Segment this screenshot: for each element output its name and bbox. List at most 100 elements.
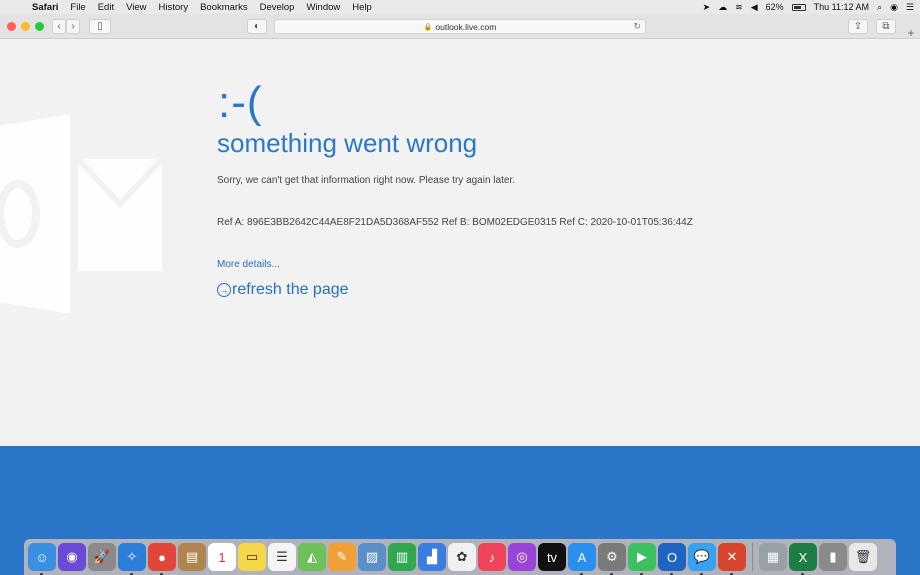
- messages-glyph: 💬: [693, 549, 711, 564]
- remote-desktop-glyph: ✕: [726, 549, 738, 564]
- calendar-glyph: 1: [218, 549, 226, 565]
- reload-icon[interactable]: ↻: [633, 20, 641, 33]
- battery-icon[interactable]: [791, 3, 806, 11]
- messages-icon[interactable]: 💬: [688, 543, 716, 575]
- menu-edit[interactable]: Edit: [92, 2, 120, 13]
- address-bar[interactable]: 🔒 outlook.live.com ↻: [274, 19, 646, 34]
- archive-glyph: ▮: [829, 549, 837, 564]
- share-button[interactable]: ⇪: [848, 19, 868, 34]
- keynote-icon[interactable]: ▟: [418, 543, 446, 571]
- chevron-left-icon: ‹: [57, 21, 61, 32]
- excel-icon[interactable]: X: [789, 543, 817, 575]
- menu-file[interactable]: File: [64, 2, 91, 13]
- excel-glyph: X: [798, 549, 808, 565]
- menu-history[interactable]: History: [153, 2, 195, 13]
- siri-glyph: ◉: [66, 549, 78, 564]
- lock-icon: 🔒: [423, 23, 433, 31]
- refresh-label: refresh the page: [232, 281, 349, 298]
- chrome-icon[interactable]: ●: [148, 543, 176, 575]
- wifi-icon[interactable]: ≋: [735, 0, 743, 14]
- refresh-page-link[interactable]: → refresh the page: [217, 281, 349, 299]
- error-title: something went wrong: [217, 128, 478, 158]
- sidebar-button[interactable]: ▯: [89, 19, 111, 34]
- notes-glyph: ▭: [245, 549, 259, 564]
- maps-icon[interactable]: ◭: [298, 543, 326, 571]
- app-store-icon[interactable]: A: [568, 543, 596, 575]
- shield-icon: ◐: [253, 21, 261, 32]
- reference-ids: Ref A: 896E3BB2642C44AE8F21DA5D368AF552 …: [217, 217, 693, 228]
- numbers-icon[interactable]: ▥: [388, 543, 416, 571]
- launchpad-icon[interactable]: 🚀: [88, 543, 116, 571]
- podcasts-glyph: ◎: [516, 549, 528, 564]
- preview-glyph: ▨: [365, 549, 379, 564]
- minimize-window-button[interactable]: [21, 22, 30, 31]
- volume-icon[interactable]: ◀: [751, 0, 758, 14]
- menu-view[interactable]: View: [120, 2, 152, 13]
- photos-icon[interactable]: ✿: [448, 543, 476, 571]
- error-message: Sorry, we can't get that information rig…: [217, 175, 515, 186]
- more-details-link[interactable]: More details...: [217, 259, 280, 270]
- image-capture-icon[interactable]: ▦: [759, 543, 787, 571]
- tab-overview-button[interactable]: ⧉: [876, 19, 896, 34]
- podcasts-icon[interactable]: ◎: [508, 543, 536, 571]
- tabs-icon: ⧉: [882, 21, 890, 32]
- reminders-glyph: ☰: [276, 549, 288, 564]
- browser-toolbar: ‹ › ▯ ◐ 🔒 outlook.live.com ↻ ⇪ ⧉ +: [0, 14, 920, 39]
- status-area: ➤ ☁ ≋ ◀ 62% Thu 11:12 AM ⌕ ◉ ☰: [703, 0, 914, 14]
- preview-icon[interactable]: ▨: [358, 543, 386, 571]
- notefile-icon[interactable]: ▤: [178, 543, 206, 571]
- image-capture-glyph: ▦: [766, 549, 780, 564]
- back-button[interactable]: ‹: [52, 19, 66, 34]
- menu-bookmarks[interactable]: Bookmarks: [194, 2, 254, 13]
- dock-separator: [752, 543, 753, 571]
- privacy-report-button[interactable]: ◐: [247, 19, 267, 34]
- chrome-glyph: ●: [158, 549, 166, 565]
- menu-help[interactable]: Help: [346, 2, 378, 13]
- remote-desktop-icon[interactable]: ✕: [718, 543, 746, 575]
- safari-glyph: ✧: [126, 549, 138, 564]
- numbers-glyph: ▥: [395, 549, 409, 564]
- outlook-glyph: O: [666, 549, 678, 565]
- sidebar-icon: ▯: [97, 21, 103, 32]
- cloud-icon[interactable]: ☁: [718, 0, 727, 14]
- outlook-logo-watermark: [0, 114, 165, 314]
- music-icon[interactable]: ♪: [478, 543, 506, 571]
- battery-percent[interactable]: 62%: [766, 2, 784, 12]
- menu-develop[interactable]: Develop: [254, 2, 301, 13]
- archive-icon[interactable]: ▮: [819, 543, 847, 571]
- clock[interactable]: Thu 11:12 AM: [814, 2, 869, 12]
- system-preferences-icon[interactable]: ⚙: [598, 543, 626, 575]
- notes-icon[interactable]: ▭: [238, 543, 266, 571]
- menu-safari[interactable]: Safari: [26, 2, 64, 13]
- apple-tv-glyph: tv: [546, 549, 558, 565]
- finder-icon[interactable]: ☺: [28, 543, 56, 575]
- outlook-icon[interactable]: O: [658, 543, 686, 575]
- maps-glyph: ◭: [307, 549, 317, 564]
- safari-icon[interactable]: ✧: [118, 543, 146, 575]
- zoom-window-button[interactable]: [35, 22, 44, 31]
- notefile-glyph: ▤: [185, 549, 199, 564]
- user-icon[interactable]: ◉: [890, 0, 898, 14]
- location-icon[interactable]: ➤: [703, 0, 711, 14]
- keynote-glyph: ▟: [427, 549, 437, 564]
- menu-bar: Safari File Edit View History Bookmarks …: [0, 0, 920, 14]
- menu-window[interactable]: Window: [300, 2, 346, 13]
- trash-icon[interactable]: 🗑: [849, 543, 877, 571]
- pages-icon[interactable]: ✎: [328, 543, 356, 571]
- close-window-button[interactable]: [7, 22, 16, 31]
- control-list-icon[interactable]: ☰: [906, 0, 914, 14]
- apple-tv-icon[interactable]: tv: [538, 543, 566, 571]
- calendar-icon[interactable]: 1: [208, 543, 236, 571]
- siri-icon[interactable]: ◉: [58, 543, 86, 571]
- reminders-icon[interactable]: ☰: [268, 543, 296, 571]
- trash-glyph: 🗑: [854, 549, 872, 564]
- forward-button[interactable]: ›: [66, 19, 80, 34]
- dock: ☺ ◉ 🚀 ✧ ● ▤ 1 ▭ ☰ ◭ ✎ ▨ ▥ ▟ ✿ ♪ ◎ tv A ⚙ ▶ O 💬 ✕ ▦ X ▮ 🗑: [24, 539, 896, 575]
- url-text: outlook.live.com: [435, 21, 497, 32]
- finder-glyph: ☺: [35, 549, 49, 565]
- pages-glyph: ✎: [336, 549, 348, 564]
- share-icon: ⇪: [853, 21, 863, 32]
- facetime-icon[interactable]: ▶: [628, 543, 656, 575]
- spotlight-search-icon[interactable]: ⌕: [877, 0, 882, 14]
- app-store-glyph: A: [577, 549, 587, 565]
